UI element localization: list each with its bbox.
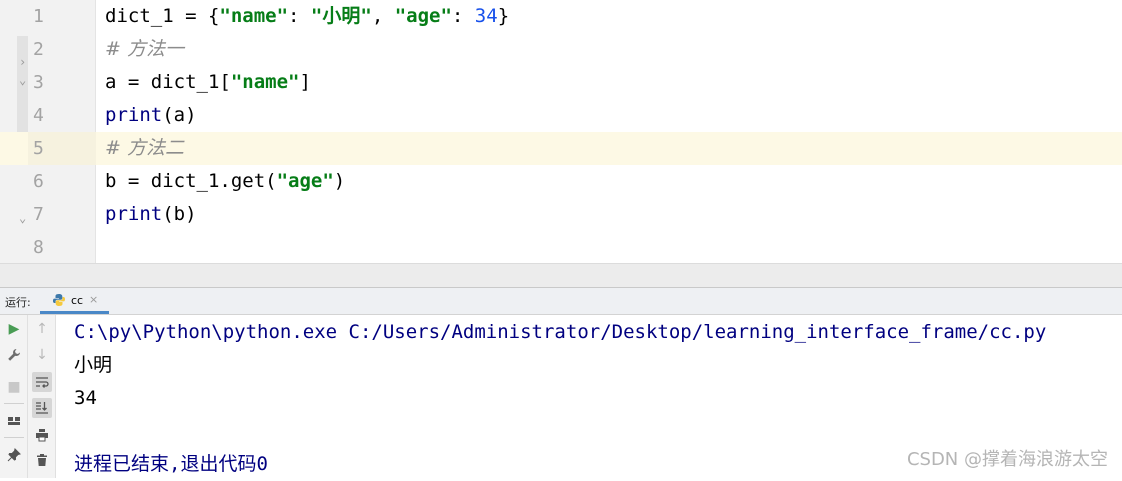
line-number: 4 xyxy=(33,105,44,126)
line-number: 2 xyxy=(33,39,44,60)
soft-wrap-icon[interactable] xyxy=(32,372,52,392)
code-text: b = dict_1.get("age") xyxy=(105,165,345,198)
line-number: 1 xyxy=(33,6,44,27)
code-token: } xyxy=(497,5,510,27)
code-line[interactable]: 1 dict_1 = {"name": "小明", "age": 34} xyxy=(0,0,1122,33)
up-arrow-icon[interactable]: ↑ xyxy=(32,319,52,339)
print-icon[interactable] xyxy=(32,425,52,445)
horizontal-scrollbar[interactable] xyxy=(0,263,1122,288)
console-exit-message: 进程已结束,退出代码0 xyxy=(74,453,268,475)
code-line[interactable]: 7 print(b) xyxy=(0,198,1122,231)
code-token: ) xyxy=(333,170,346,192)
code-line[interactable]: 8 xyxy=(0,231,1122,264)
code-text: a = dict_1["name"] xyxy=(105,66,311,99)
trash-icon[interactable] xyxy=(32,450,52,470)
code-text: print(a) xyxy=(105,99,197,132)
code-token: , xyxy=(371,5,395,27)
code-token: : xyxy=(451,5,475,27)
code-text: # 方法一 xyxy=(105,33,184,66)
csdn-watermark: CSDN @撑着海浪游太空 xyxy=(906,449,1108,470)
code-text: # 方法二 xyxy=(105,132,184,165)
wrench-icon[interactable] xyxy=(4,345,24,365)
python-icon xyxy=(53,294,65,306)
code-line[interactable]: 5 # 方法二 xyxy=(0,132,1122,165)
code-editor[interactable]: › ⌄ ⌄ 1 dict_1 = {"name": "小明", "age": 34… xyxy=(0,0,1122,263)
code-token: # 方法二 xyxy=(105,137,184,159)
code-token: print xyxy=(105,104,163,126)
down-arrow-icon[interactable]: ↓ xyxy=(32,345,52,365)
line-number: 8 xyxy=(33,237,44,258)
code-token: # 方法一 xyxy=(105,38,184,60)
line-number: 5 xyxy=(33,138,44,159)
code-token: (b) xyxy=(162,203,197,225)
run-panel-header: 运行: cc × xyxy=(0,287,1122,315)
code-token: "age" xyxy=(276,170,334,192)
console-output-line: 小明 xyxy=(74,354,113,376)
code-token: b = dict_1.get( xyxy=(105,170,277,192)
pin-icon[interactable] xyxy=(4,445,24,465)
code-token: print xyxy=(105,203,163,225)
code-line[interactable]: 4 print(a) xyxy=(0,99,1122,132)
code-text: print(b) xyxy=(105,198,197,231)
line-number: 7 xyxy=(33,204,44,225)
rerun-icon[interactable]: ▶ xyxy=(4,319,24,339)
toolbar-divider xyxy=(4,403,24,404)
code-token: dict_1 = { xyxy=(105,5,220,27)
run-label: 运行: xyxy=(5,296,31,309)
code-line[interactable]: 3 a = dict_1["name"] xyxy=(0,66,1122,99)
toolbar-divider xyxy=(4,437,24,438)
code-line[interactable]: 2 # 方法一 xyxy=(0,33,1122,66)
code-token: "age" xyxy=(394,5,452,27)
line-number: 6 xyxy=(33,171,44,192)
run-tab-label: cc xyxy=(71,294,84,307)
code-token: "小明" xyxy=(310,5,372,27)
run-toolbar-primary: ▶ ■ xyxy=(0,315,28,478)
scroll-to-end-icon[interactable] xyxy=(32,398,52,418)
code-token: ] xyxy=(299,71,311,93)
code-token: : xyxy=(288,5,311,27)
code-token: "name" xyxy=(230,71,300,93)
code-token: a = dict_1[ xyxy=(105,71,231,93)
run-toolbar-secondary: ↑ ↓ xyxy=(28,315,56,478)
code-text: dict_1 = {"name": "小明", "age": 34} xyxy=(105,0,509,33)
console-command-line: C:\py\Python\python.exe C:/Users/Adminis… xyxy=(74,321,1047,343)
code-token: "name" xyxy=(219,5,289,27)
console-output-line: 34 xyxy=(74,387,97,409)
close-tab-icon[interactable]: × xyxy=(89,293,98,306)
code-token: 34 xyxy=(474,5,498,27)
layout-icon[interactable] xyxy=(4,411,24,431)
code-token: (a) xyxy=(162,104,197,126)
stop-icon[interactable]: ■ xyxy=(4,377,24,397)
code-line[interactable]: 6 b = dict_1.get("age") xyxy=(0,165,1122,198)
line-number: 3 xyxy=(33,72,44,93)
active-tab-indicator xyxy=(40,311,109,314)
